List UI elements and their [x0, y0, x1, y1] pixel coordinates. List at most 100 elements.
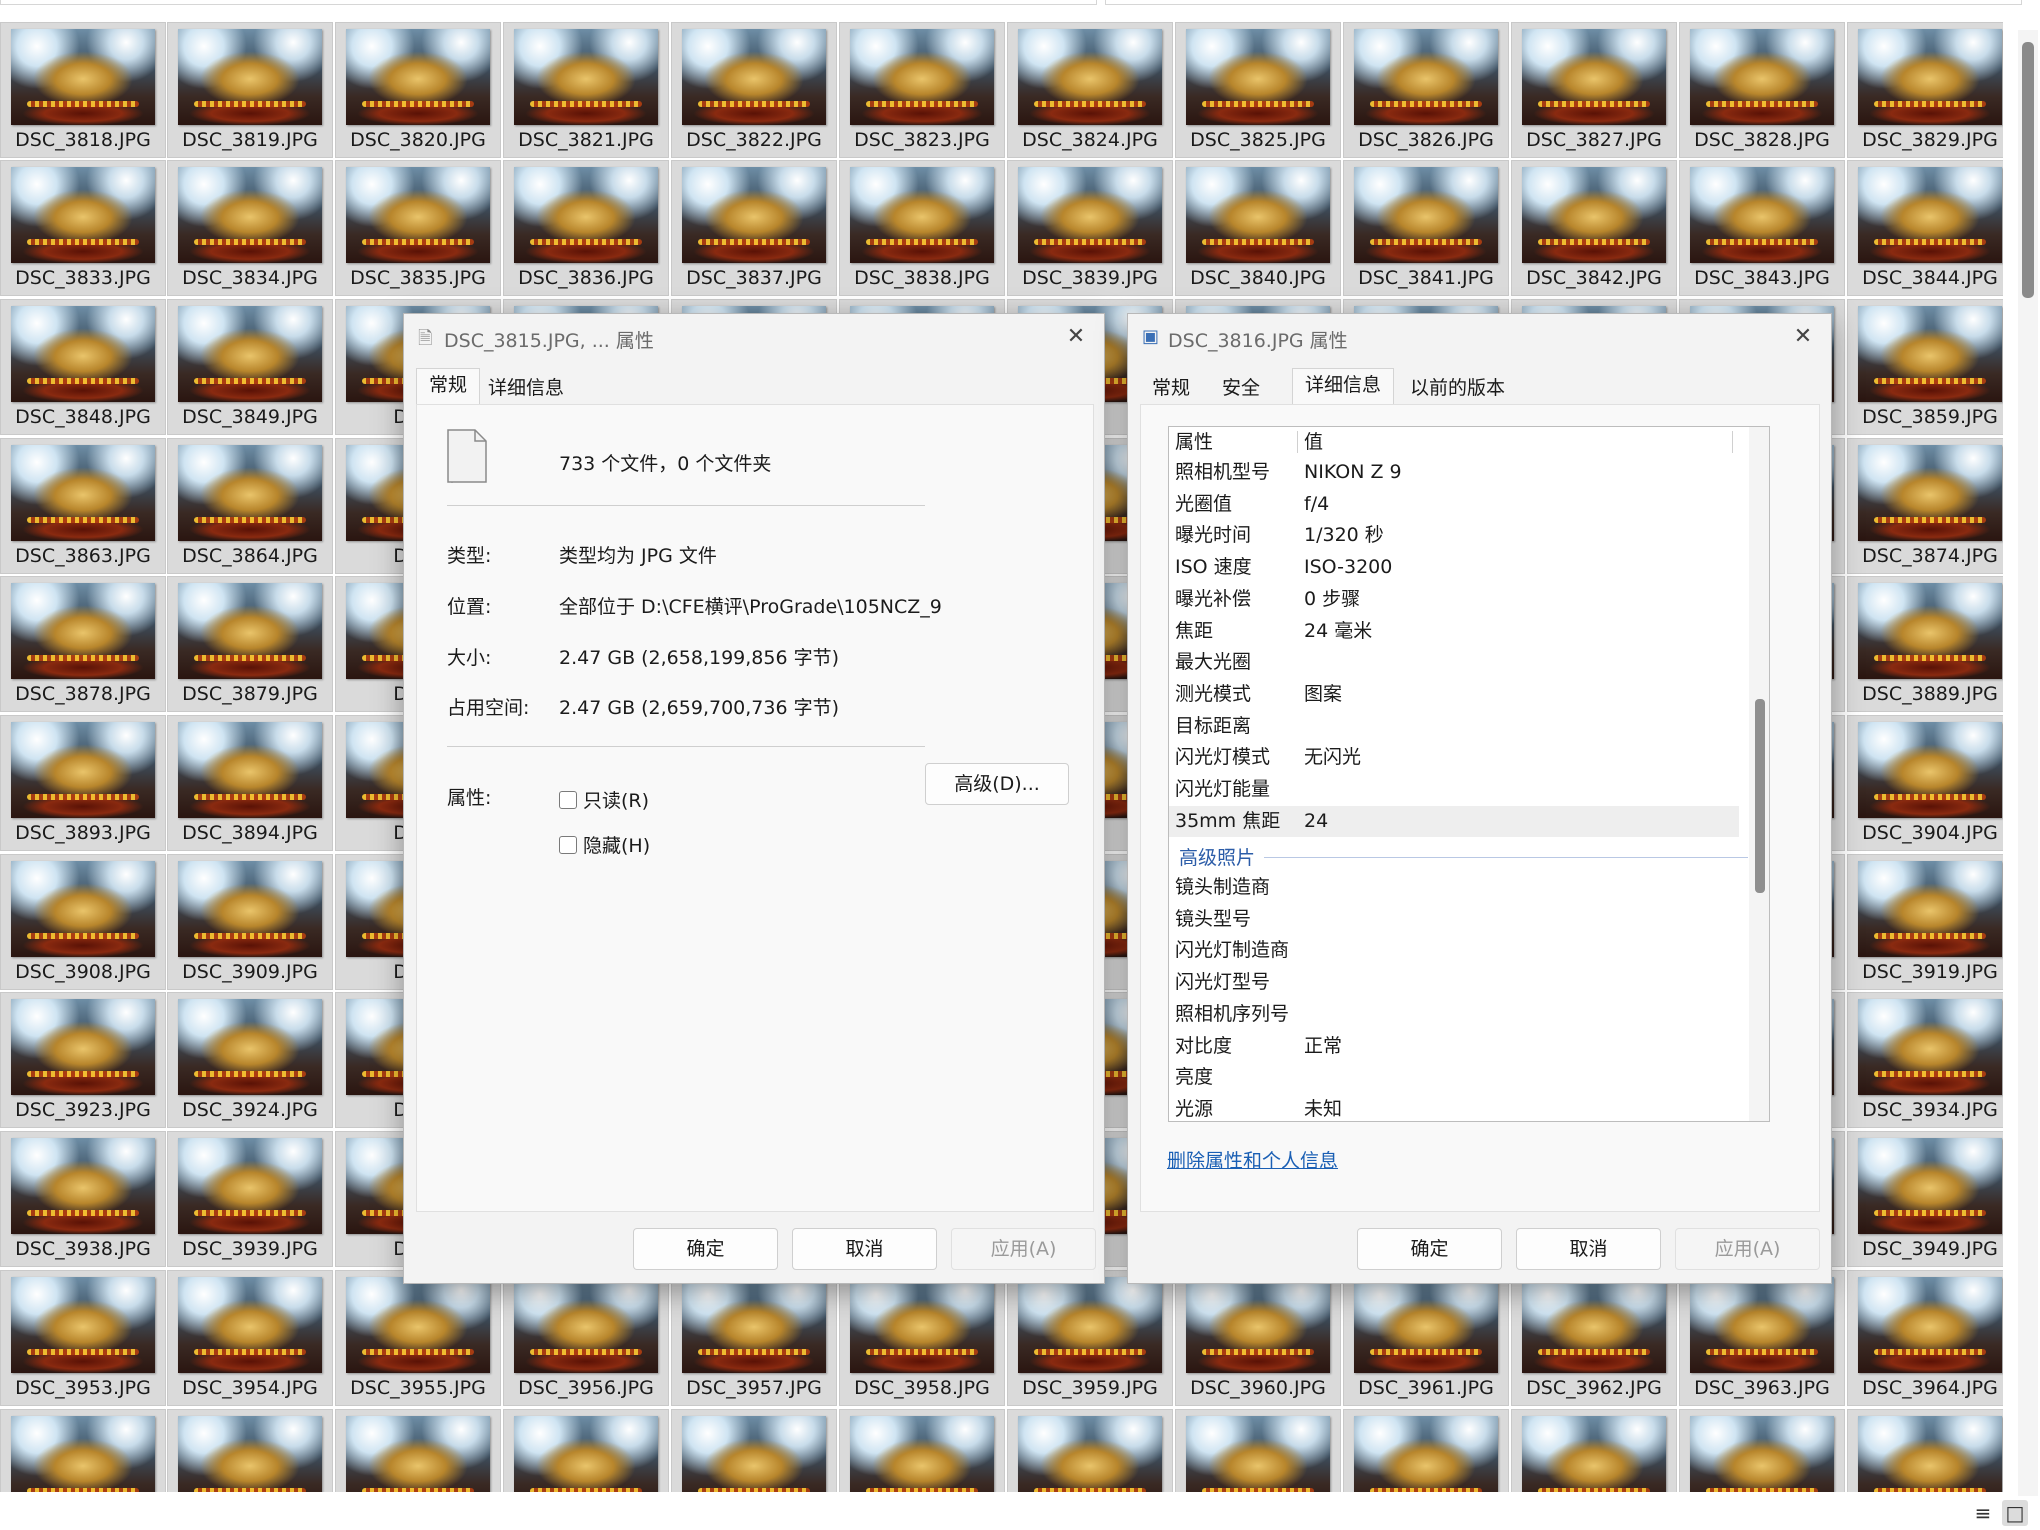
thumbnail-tile[interactable]: DSC_3841.JPG	[1343, 160, 1509, 296]
property-row[interactable]: 对比度 正常	[1169, 1031, 1739, 1062]
thumbnail-tile[interactable]	[1343, 1409, 1509, 1492]
thumbnail-tile[interactable]: DSC_3958.JPG	[839, 1270, 1005, 1406]
thumbnail-tile[interactable]: DSC_3963.JPG	[1679, 1270, 1845, 1406]
thumbnail-tile[interactable]: DSC_3828.JPG	[1679, 22, 1845, 158]
close-icon[interactable]: ✕	[1787, 322, 1819, 352]
property-row[interactable]: 亮度	[1169, 1062, 1739, 1093]
thumbnail-tile[interactable]: DSC_3827.JPG	[1511, 22, 1677, 158]
thumbnail-tile[interactable]: DSC_3908.JPG	[0, 854, 166, 990]
thumbnail-tile[interactable]: DSC_3959.JPG	[1007, 1270, 1173, 1406]
thumbnail-tile[interactable]: DSC_3938.JPG	[0, 1131, 166, 1267]
thumbnail-tile[interactable]: DSC_3878.JPG	[0, 576, 166, 712]
thumbnail-tile[interactable]: DSC_3848.JPG	[0, 299, 166, 435]
property-row[interactable]: 镜头型号	[1169, 904, 1739, 935]
thumbnail-tile[interactable]: DSC_3836.JPG	[503, 160, 669, 296]
thumbnail-tile[interactable]: DSC_3923.JPG	[0, 992, 166, 1128]
checkbox-box[interactable]	[559, 791, 577, 809]
thumbnail-tile[interactable]: DSC_3840.JPG	[1175, 160, 1341, 296]
cancel-button[interactable]: 取消	[792, 1228, 937, 1270]
thumbnail-tile[interactable]: DSC_3825.JPG	[1175, 22, 1341, 158]
details-view-icon[interactable]: ≡	[1970, 1500, 1996, 1526]
thumbnail-tile[interactable]	[503, 1409, 669, 1492]
property-list[interactable]: 属性 值 照相机型号 NIKON Z 9 光圈值 f/4 曝光时间 1/320 秒 ISO …	[1168, 426, 1770, 1122]
thumbnail-tile[interactable]	[0, 1409, 166, 1492]
ok-button[interactable]: 确定	[633, 1228, 778, 1270]
thumbnail-tile[interactable]: DSC_3954.JPG	[167, 1270, 333, 1406]
property-row[interactable]: 光源 未知	[1169, 1094, 1739, 1121]
thumbnail-tile[interactable]: DSC_3964.JPG	[1847, 1270, 2003, 1406]
tab-details[interactable]: 详细信息	[476, 372, 576, 404]
apply-button[interactable]: 应用(A)	[1675, 1228, 1820, 1270]
thumbnail-tile[interactable]: DSC_3849.JPG	[167, 299, 333, 435]
thumbnail-tile[interactable]: DSC_3879.JPG	[167, 576, 333, 712]
thumbnail-tile[interactable]	[671, 1409, 837, 1492]
thumbnail-tile[interactable]: DSC_3839.JPG	[1007, 160, 1173, 296]
property-row[interactable]: 测光模式 图案	[1169, 679, 1739, 710]
thumbnail-tile[interactable]: DSC_3961.JPG	[1343, 1270, 1509, 1406]
property-row[interactable]: 35mm 焦距 24	[1169, 805, 1739, 837]
ok-button[interactable]: 确定	[1357, 1228, 1502, 1270]
thumbnail-tile[interactable]: DSC_3939.JPG	[167, 1131, 333, 1267]
column-header-property[interactable]: 属性	[1175, 427, 1213, 458]
advanced-button[interactable]: 高级(D)...	[925, 763, 1069, 805]
property-row[interactable]: 照相机型号 NIKON Z 9	[1169, 457, 1739, 488]
thumbnail-tile[interactable]: DSC_3823.JPG	[839, 22, 1005, 158]
tab-general[interactable]: 常规	[416, 368, 481, 405]
property-row[interactable]: ISO 速度 ISO-3200	[1169, 552, 1739, 583]
property-row[interactable]: 闪光灯制造商	[1169, 935, 1739, 966]
thumbnail-tile[interactable]: DSC_3904.JPG	[1847, 715, 2003, 851]
hidden-checkbox[interactable]: 隐藏(H)	[559, 831, 650, 858]
thumbnail-tile[interactable]: DSC_3934.JPG	[1847, 992, 2003, 1128]
thumbnail-tile[interactable]: DSC_3909.JPG	[167, 854, 333, 990]
thumbnail-tile[interactable]	[1175, 1409, 1341, 1492]
thumbnail-tile[interactable]: DSC_3864.JPG	[167, 438, 333, 574]
address-bar[interactable]	[0, 0, 1097, 5]
property-row[interactable]: 曝光时间 1/320 秒	[1169, 520, 1739, 551]
property-row[interactable]: 闪光灯型号	[1169, 967, 1739, 998]
main-scrollbar[interactable]	[2018, 30, 2038, 1500]
apply-button[interactable]: 应用(A)	[951, 1228, 1096, 1270]
thumbnail-tile[interactable]: DSC_3919.JPG	[1847, 854, 2003, 990]
thumbnail-tile[interactable]: DSC_3874.JPG	[1847, 438, 2003, 574]
thumbnail-tile[interactable]: DSC_3818.JPG	[0, 22, 166, 158]
property-row[interactable]: 最大光圈	[1169, 647, 1739, 678]
thumbnail-tile[interactable]: DSC_3844.JPG	[1847, 160, 2003, 296]
thumbnail-tile[interactable]: DSC_3835.JPG	[335, 160, 501, 296]
column-header-value[interactable]: 值	[1304, 427, 1323, 458]
main-scrollbar-thumb[interactable]	[2022, 42, 2034, 298]
thumbnail-tile[interactable]: DSC_3834.JPG	[167, 160, 333, 296]
checkbox-box[interactable]	[559, 836, 577, 854]
remove-properties-link[interactable]: 删除属性和个人信息	[1167, 1146, 1338, 1173]
tab-general[interactable]: 常规	[1140, 372, 1202, 404]
property-row[interactable]: 焦距 24 毫米	[1169, 616, 1739, 647]
thumbnail-tile[interactable]: DSC_3843.JPG	[1679, 160, 1845, 296]
thumbnail-tile[interactable]: DSC_3837.JPG	[671, 160, 837, 296]
property-row[interactable]: 闪光灯模式 无闪光	[1169, 742, 1739, 773]
thumbnail-tile[interactable]: DSC_3863.JPG	[0, 438, 166, 574]
tab-previous-versions[interactable]: 以前的版本	[1398, 372, 1517, 404]
thumbnail-tile[interactable]: DSC_3955.JPG	[335, 1270, 501, 1406]
thumbnail-tile[interactable]: DSC_3859.JPG	[1847, 299, 2003, 435]
search-box[interactable]	[1105, 0, 2022, 5]
thumbnail-tile[interactable]: DSC_3956.JPG	[503, 1270, 669, 1406]
thumbnail-tile[interactable]: DSC_3889.JPG	[1847, 576, 2003, 712]
property-row[interactable]: 光圈值 f/4	[1169, 489, 1739, 520]
thumbnail-tile[interactable]	[839, 1409, 1005, 1492]
cancel-button[interactable]: 取消	[1516, 1228, 1661, 1270]
thumbnail-tile[interactable]	[1679, 1409, 1845, 1492]
thumbnail-tile[interactable]: DSC_3894.JPG	[167, 715, 333, 851]
thumbnail-tile[interactable]: DSC_3893.JPG	[0, 715, 166, 851]
readonly-checkbox[interactable]: 只读(R)	[559, 786, 649, 813]
property-row[interactable]: 闪光灯能量	[1169, 774, 1739, 805]
thumbnail-tile[interactable]: DSC_3829.JPG	[1847, 22, 2003, 158]
thumbnail-tile[interactable]: DSC_3842.JPG	[1511, 160, 1677, 296]
thumbnail-tile[interactable]: DSC_3953.JPG	[0, 1270, 166, 1406]
thumbnail-tile[interactable]: DSC_3821.JPG	[503, 22, 669, 158]
thumbnail-tile[interactable]	[1847, 1409, 2003, 1492]
thumbnail-tile[interactable]	[167, 1409, 333, 1492]
thumbnail-tile[interactable]	[1007, 1409, 1173, 1492]
tab-security[interactable]: 安全	[1210, 372, 1272, 404]
large-icons-view-icon[interactable]: □	[2002, 1500, 2028, 1526]
property-row[interactable]: 照相机序列号	[1169, 999, 1739, 1030]
thumbnail-tile[interactable]	[335, 1409, 501, 1492]
